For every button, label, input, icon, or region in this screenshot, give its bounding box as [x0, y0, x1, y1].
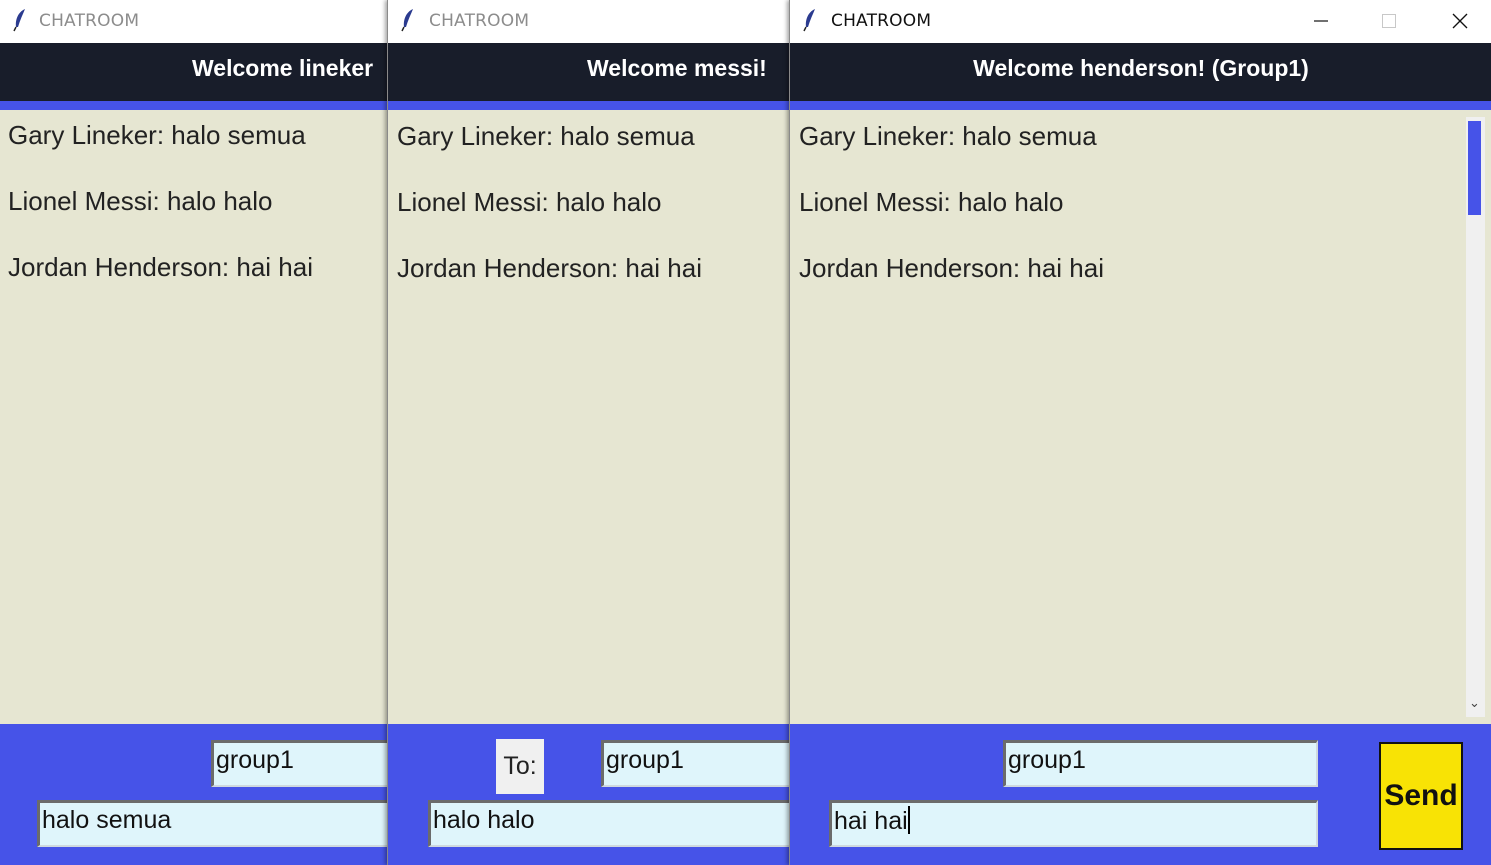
scrollbar-thumb[interactable] — [1468, 121, 1481, 215]
chat-window-messi[interactable]: CHATROOM Welcome messi! Gary Lineker: ha… — [387, 0, 790, 865]
input-panel: group1 halo semua — [0, 724, 387, 865]
title-bar[interactable]: CHATROOM — [0, 0, 387, 43]
message-input[interactable]: hai hai — [829, 800, 1318, 847]
maximize-button[interactable] — [1366, 0, 1412, 42]
chat-message: Jordan Henderson: hai hai — [799, 253, 1104, 283]
window-title: CHATROOM — [429, 11, 530, 31]
close-button[interactable] — [1437, 0, 1483, 42]
welcome-text: Welcome messi! — [587, 55, 767, 81]
message-input-text: hai hai — [834, 807, 908, 835]
welcome-header: Welcome lineker — [0, 43, 387, 102]
input-panel: To: group1 halo halo — [388, 724, 790, 865]
input-panel: group1 hai hai Send — [790, 724, 1491, 865]
window-title: CHATROOM — [39, 11, 140, 31]
chat-window-henderson[interactable]: CHATROOM Welcome henderson! (Group1) Gar… — [789, 0, 1491, 865]
text-caret — [907, 806, 910, 834]
chevron-down-icon[interactable]: ⌄ — [1469, 695, 1480, 711]
to-label: To: — [496, 739, 544, 794]
title-bar[interactable]: CHATROOM — [388, 0, 790, 43]
accent-strip — [388, 101, 790, 110]
accent-strip — [0, 101, 387, 110]
welcome-text: Welcome lineker — [192, 55, 374, 81]
chat-message: Gary Lineker: halo semua — [397, 121, 695, 151]
title-bar[interactable]: CHATROOM — [790, 0, 1491, 43]
recipient-input[interactable]: group1 — [601, 740, 790, 787]
window-title: CHATROOM — [831, 11, 932, 31]
close-icon — [1452, 13, 1468, 29]
chat-log[interactable]: Gary Lineker: halo semua Lionel Messi: h… — [790, 110, 1491, 724]
chat-window-lineker[interactable]: CHATROOM Welcome lineker Gary Lineker: h… — [0, 0, 387, 865]
chat-message: Gary Lineker: halo semua — [799, 121, 1097, 151]
chat-message: Lionel Messi: halo halo — [799, 187, 1064, 217]
chat-message: Lionel Messi: halo halo — [8, 186, 273, 216]
recipient-input[interactable]: group1 — [211, 740, 387, 787]
welcome-text: Welcome henderson! (Group1) — [973, 55, 1309, 81]
welcome-header: Welcome messi! — [388, 43, 790, 102]
accent-strip — [790, 101, 1491, 110]
chat-log[interactable]: Gary Lineker: halo semua Lionel Messi: h… — [0, 110, 387, 724]
feather-icon — [803, 9, 815, 32]
message-input[interactable]: halo semua — [37, 800, 387, 847]
maximize-icon — [1382, 14, 1396, 28]
chat-message: Lionel Messi: halo halo — [397, 187, 662, 217]
minimize-button[interactable] — [1298, 0, 1344, 42]
send-button[interactable]: Send — [1379, 742, 1463, 850]
recipient-input[interactable]: group1 — [1003, 740, 1318, 787]
chat-message: Gary Lineker: halo semua — [8, 120, 306, 150]
feather-icon — [401, 9, 413, 32]
chat-scrollbar[interactable]: ⌄ — [1466, 117, 1485, 717]
chat-message: Jordan Henderson: hai hai — [397, 253, 702, 283]
chat-log[interactable]: Gary Lineker: halo semua Lionel Messi: h… — [388, 110, 790, 724]
welcome-header: Welcome henderson! (Group1) — [790, 43, 1491, 102]
message-input[interactable]: halo halo — [428, 800, 790, 847]
chat-message: Jordan Henderson: hai hai — [8, 252, 313, 282]
feather-icon — [13, 9, 25, 32]
minimize-icon — [1314, 20, 1328, 22]
